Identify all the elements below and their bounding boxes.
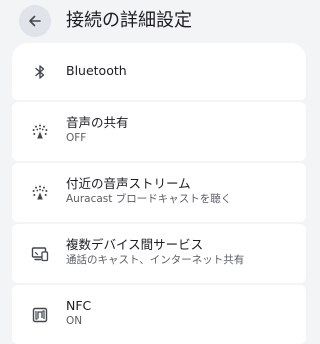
list-item-audio-sharing[interactable]: 音声の共有 OFF — [12, 102, 306, 161]
item-label: NFC — [66, 298, 92, 313]
item-description: Auracast ブロードキャストを聴く — [66, 193, 232, 205]
cross-device-icon — [30, 244, 50, 264]
audio-share-icon — [30, 122, 50, 142]
list-item-cross-device-services[interactable]: 複数デバイス間サービス 通話のキャスト、インターネット共有 — [12, 224, 306, 283]
item-label: Bluetooth — [66, 63, 127, 78]
item-label: 複数デバイス間サービス — [66, 237, 204, 252]
list-item-nfc[interactable]: NFC ON — [12, 285, 306, 344]
list-item-bluetooth[interactable]: Bluetooth — [12, 43, 306, 100]
item-status: ON — [66, 315, 83, 327]
item-description: 通話のキャスト、インターネット共有 — [66, 254, 245, 266]
back-arrow-icon — [29, 15, 41, 27]
nfc-icon — [30, 305, 50, 325]
bluetooth-icon — [30, 62, 50, 82]
back-button[interactable] — [19, 5, 51, 37]
item-label: 音声の共有 — [66, 115, 129, 130]
page-title: 接続の詳細設定 — [66, 10, 192, 31]
item-status: OFF — [66, 132, 87, 144]
audio-stream-icon — [30, 183, 50, 203]
list-item-nearby-audio-stream[interactable]: 付近の音声ストリーム Auracast ブロードキャストを聴く — [12, 163, 306, 222]
item-label: 付近の音声ストリーム — [66, 176, 191, 191]
app-bar: 接続の詳細設定 — [0, 0, 320, 42]
